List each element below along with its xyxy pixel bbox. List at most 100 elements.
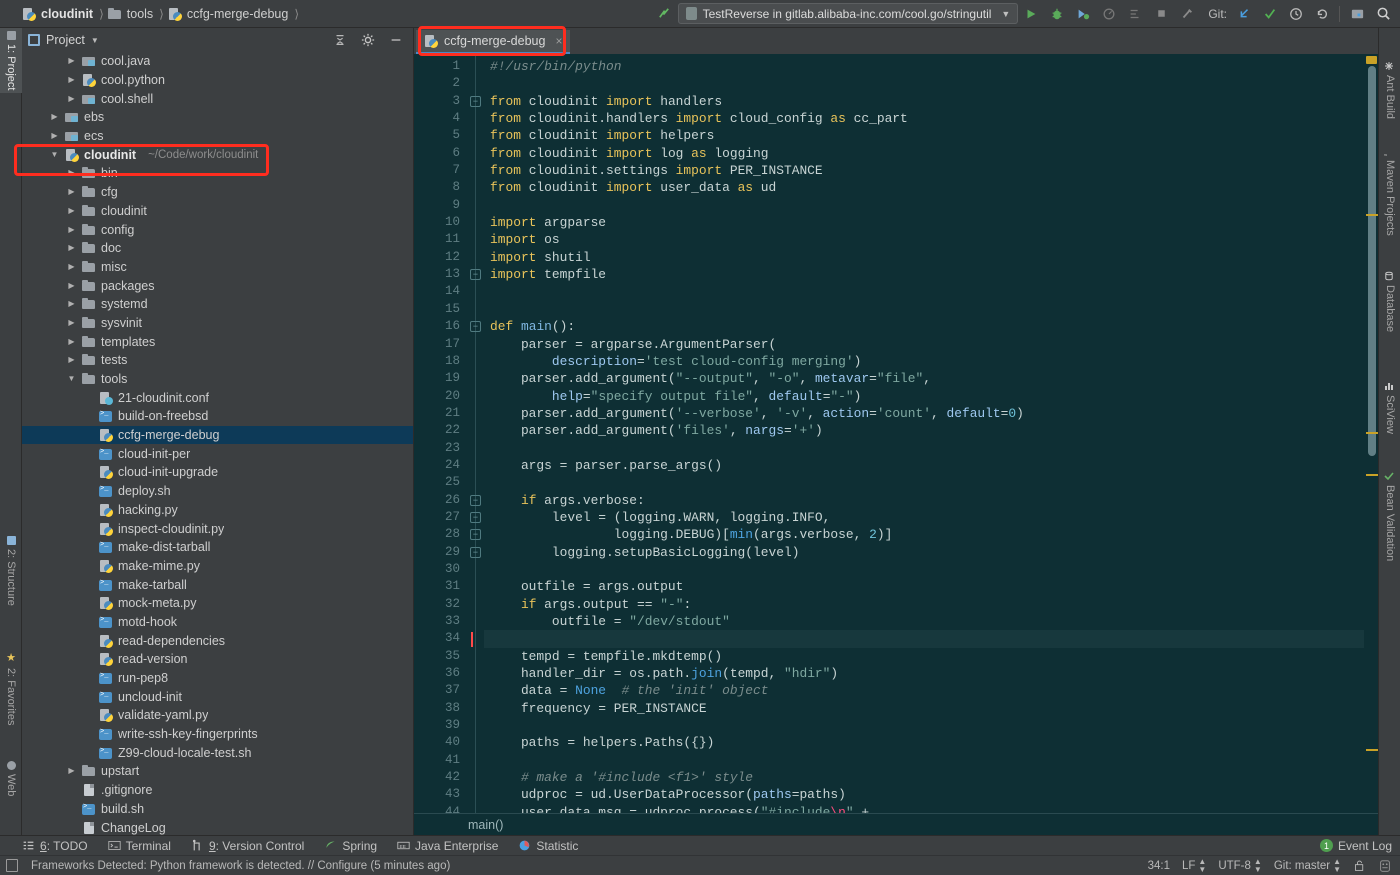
tree-node[interactable]: make-dist-tarball xyxy=(22,538,413,557)
stop-icon[interactable] xyxy=(1148,1,1174,27)
line-separator-widget[interactable]: LF ▲ ▼ xyxy=(1182,858,1206,873)
run-configuration-selector[interactable]: TestReverse in gitlab.alibaba-inc.com/co… xyxy=(677,3,1019,24)
code-line[interactable] xyxy=(484,717,1364,734)
tree-node[interactable]: hacking.py xyxy=(22,501,413,520)
search-everywhere-icon[interactable] xyxy=(1370,1,1396,27)
code-line[interactable]: def main(): xyxy=(484,318,1364,335)
warning-marker[interactable] xyxy=(1366,474,1378,476)
code-line[interactable]: if args.verbose: xyxy=(484,492,1364,509)
code-line[interactable]: import argparse xyxy=(484,214,1364,231)
profile-icon[interactable] xyxy=(1096,1,1122,27)
code-line[interactable]: outfile = args.output xyxy=(484,578,1364,595)
tree-node[interactable]: deploy.sh xyxy=(22,482,413,501)
tree-node[interactable]: templates xyxy=(22,332,413,351)
history-icon[interactable] xyxy=(1283,1,1309,27)
code-line[interactable]: # make a '#include <f1>' style xyxy=(484,769,1364,786)
tree-node[interactable]: build.sh xyxy=(22,800,413,819)
tool-button-terminal[interactable]: Terminal xyxy=(108,839,183,853)
tree-expand-arrow[interactable] xyxy=(66,263,77,271)
tool-button-statistic[interactable]: Statistic xyxy=(518,839,590,853)
code-line[interactable]: #!/usr/bin/python xyxy=(484,58,1364,75)
unlocked-icon[interactable] xyxy=(1353,859,1366,872)
code-line[interactable] xyxy=(484,440,1364,457)
code-line[interactable] xyxy=(484,283,1364,300)
code-line[interactable]: outfile = "/dev/stdout" xyxy=(484,613,1364,630)
code-line[interactable] xyxy=(484,474,1364,491)
status-message-area[interactable]: Frameworks Detected: Python framework is… xyxy=(6,859,450,872)
code-line[interactable]: logging.setupBasicLogging(level) xyxy=(484,544,1364,561)
code-line[interactable]: args = parser.parse_args() xyxy=(484,457,1364,474)
fold-marker[interactable]: − xyxy=(468,93,484,110)
git-branch-widget[interactable]: Git: master ▲ ▼ xyxy=(1274,858,1341,873)
code-line[interactable]: from cloudinit.settings import PER_INSTA… xyxy=(484,162,1364,179)
warning-marker[interactable] xyxy=(1366,432,1378,434)
tree-node[interactable]: cloudinit ~/Code/work/cloudinit xyxy=(22,145,413,164)
code-line[interactable]: udproc = ud.UserDataProcessor(paths=path… xyxy=(484,786,1364,803)
tree-node[interactable]: upstart xyxy=(22,762,413,781)
code-line[interactable]: parser.add_argument("--output", "-o", me… xyxy=(484,370,1364,387)
run-with-profiler-icon[interactable] xyxy=(1122,1,1148,27)
tree-node[interactable]: ecs xyxy=(22,127,413,146)
run-coverage-icon[interactable] xyxy=(1070,1,1096,27)
tree-node[interactable]: write-ssh-key-fingerprints xyxy=(22,725,413,744)
tree-node[interactable]: packages xyxy=(22,276,413,295)
tree-node[interactable]: cloud-init-per xyxy=(22,444,413,463)
code-line[interactable]: import shutil xyxy=(484,249,1364,266)
editor-breadcrumb[interactable]: main() xyxy=(414,813,1378,835)
tree-node[interactable]: 21-cloudinit.conf xyxy=(22,388,413,407)
code-line[interactable]: if args.output == "-": xyxy=(484,596,1364,613)
debug-icon[interactable] xyxy=(1044,1,1070,27)
tree-node[interactable]: sysvinit xyxy=(22,314,413,333)
tree-node[interactable]: build-on-freebsd xyxy=(22,407,413,426)
caret-position[interactable]: 34:1 xyxy=(1148,860,1170,872)
breadcrumb-item-project[interactable]: cloudinit xyxy=(22,7,99,21)
tree-node[interactable]: validate-yaml.py xyxy=(22,706,413,725)
tree-node[interactable]: cfg xyxy=(22,183,413,202)
editor-scrollbar-thumb[interactable] xyxy=(1368,66,1376,456)
breadcrumb-item-folder[interactable]: tools xyxy=(107,7,159,21)
warning-marker-summary[interactable] xyxy=(1366,56,1377,64)
tree-node[interactable]: read-dependencies xyxy=(22,631,413,650)
project-panel-title[interactable]: Project ▼ xyxy=(28,33,99,47)
code-line[interactable]: parser.add_argument('--verbose', '-v', a… xyxy=(484,405,1364,422)
sidebar-item-web[interactable]: Web xyxy=(0,758,22,799)
tree-expand-arrow[interactable] xyxy=(66,282,77,290)
code-line[interactable]: import os xyxy=(484,231,1364,248)
tree-node[interactable]: bin xyxy=(22,164,413,183)
tree-node[interactable]: run-pep8 xyxy=(22,669,413,688)
tree-expand-arrow[interactable] xyxy=(49,151,60,159)
tree-expand-arrow[interactable] xyxy=(66,207,77,215)
tree-node[interactable]: make-tarball xyxy=(22,575,413,594)
fold-marker[interactable]: − xyxy=(468,318,484,335)
code-content[interactable]: #!/usr/bin/python from cloudinit import … xyxy=(484,54,1364,813)
tree-node[interactable]: cool.shell xyxy=(22,89,413,108)
code-line[interactable]: from cloudinit import user_data as ud xyxy=(484,179,1364,196)
tree-node[interactable]: tests xyxy=(22,351,413,370)
run-icon[interactable] xyxy=(1018,1,1044,27)
tree-expand-arrow[interactable] xyxy=(66,300,77,308)
sidebar-item-bean-validation[interactable]: Bean Validation xyxy=(1379,468,1400,564)
code-line[interactable]: parser.add_argument('files', nargs='+') xyxy=(484,422,1364,439)
sidebar-item-maven-projects[interactable]: m Maven Projects xyxy=(1379,143,1400,239)
code-line[interactable]: parser = argparse.ArgumentParser( xyxy=(484,336,1364,353)
tree-expand-arrow[interactable] xyxy=(66,319,77,327)
warning-marker[interactable] xyxy=(1366,214,1378,216)
tree-expand-arrow[interactable] xyxy=(66,767,77,775)
tree-expand-arrow[interactable] xyxy=(66,169,77,177)
breadcrumb-item-file[interactable]: ccfg-merge-debug xyxy=(168,7,294,21)
fold-marker[interactable]: − xyxy=(468,266,484,283)
git-commit-icon[interactable] xyxy=(1257,1,1283,27)
tool-button-java-enterprise[interactable]: EE Java Enterprise xyxy=(397,839,510,853)
sidebar-item-sciview[interactable]: SciView xyxy=(1379,378,1400,437)
tree-expand-arrow[interactable] xyxy=(66,76,77,84)
code-line[interactable]: from cloudinit import handlers xyxy=(484,93,1364,110)
code-line[interactable] xyxy=(484,301,1364,318)
code-line[interactable]: handler_dir = os.path.join(tempd, "hdir"… xyxy=(484,665,1364,682)
tree-node[interactable]: cool.python xyxy=(22,71,413,90)
tree-node[interactable]: .gitignore xyxy=(22,781,413,800)
code-line[interactable]: paths = helpers.Paths({}) xyxy=(484,734,1364,751)
code-line[interactable]: logging.DEBUG)[min(args.verbose, 2)] xyxy=(484,526,1364,543)
tree-node[interactable]: make-mime.py xyxy=(22,557,413,576)
hide-icon[interactable] xyxy=(385,29,407,51)
code-line[interactable]: description='test cloud-config merging') xyxy=(484,353,1364,370)
